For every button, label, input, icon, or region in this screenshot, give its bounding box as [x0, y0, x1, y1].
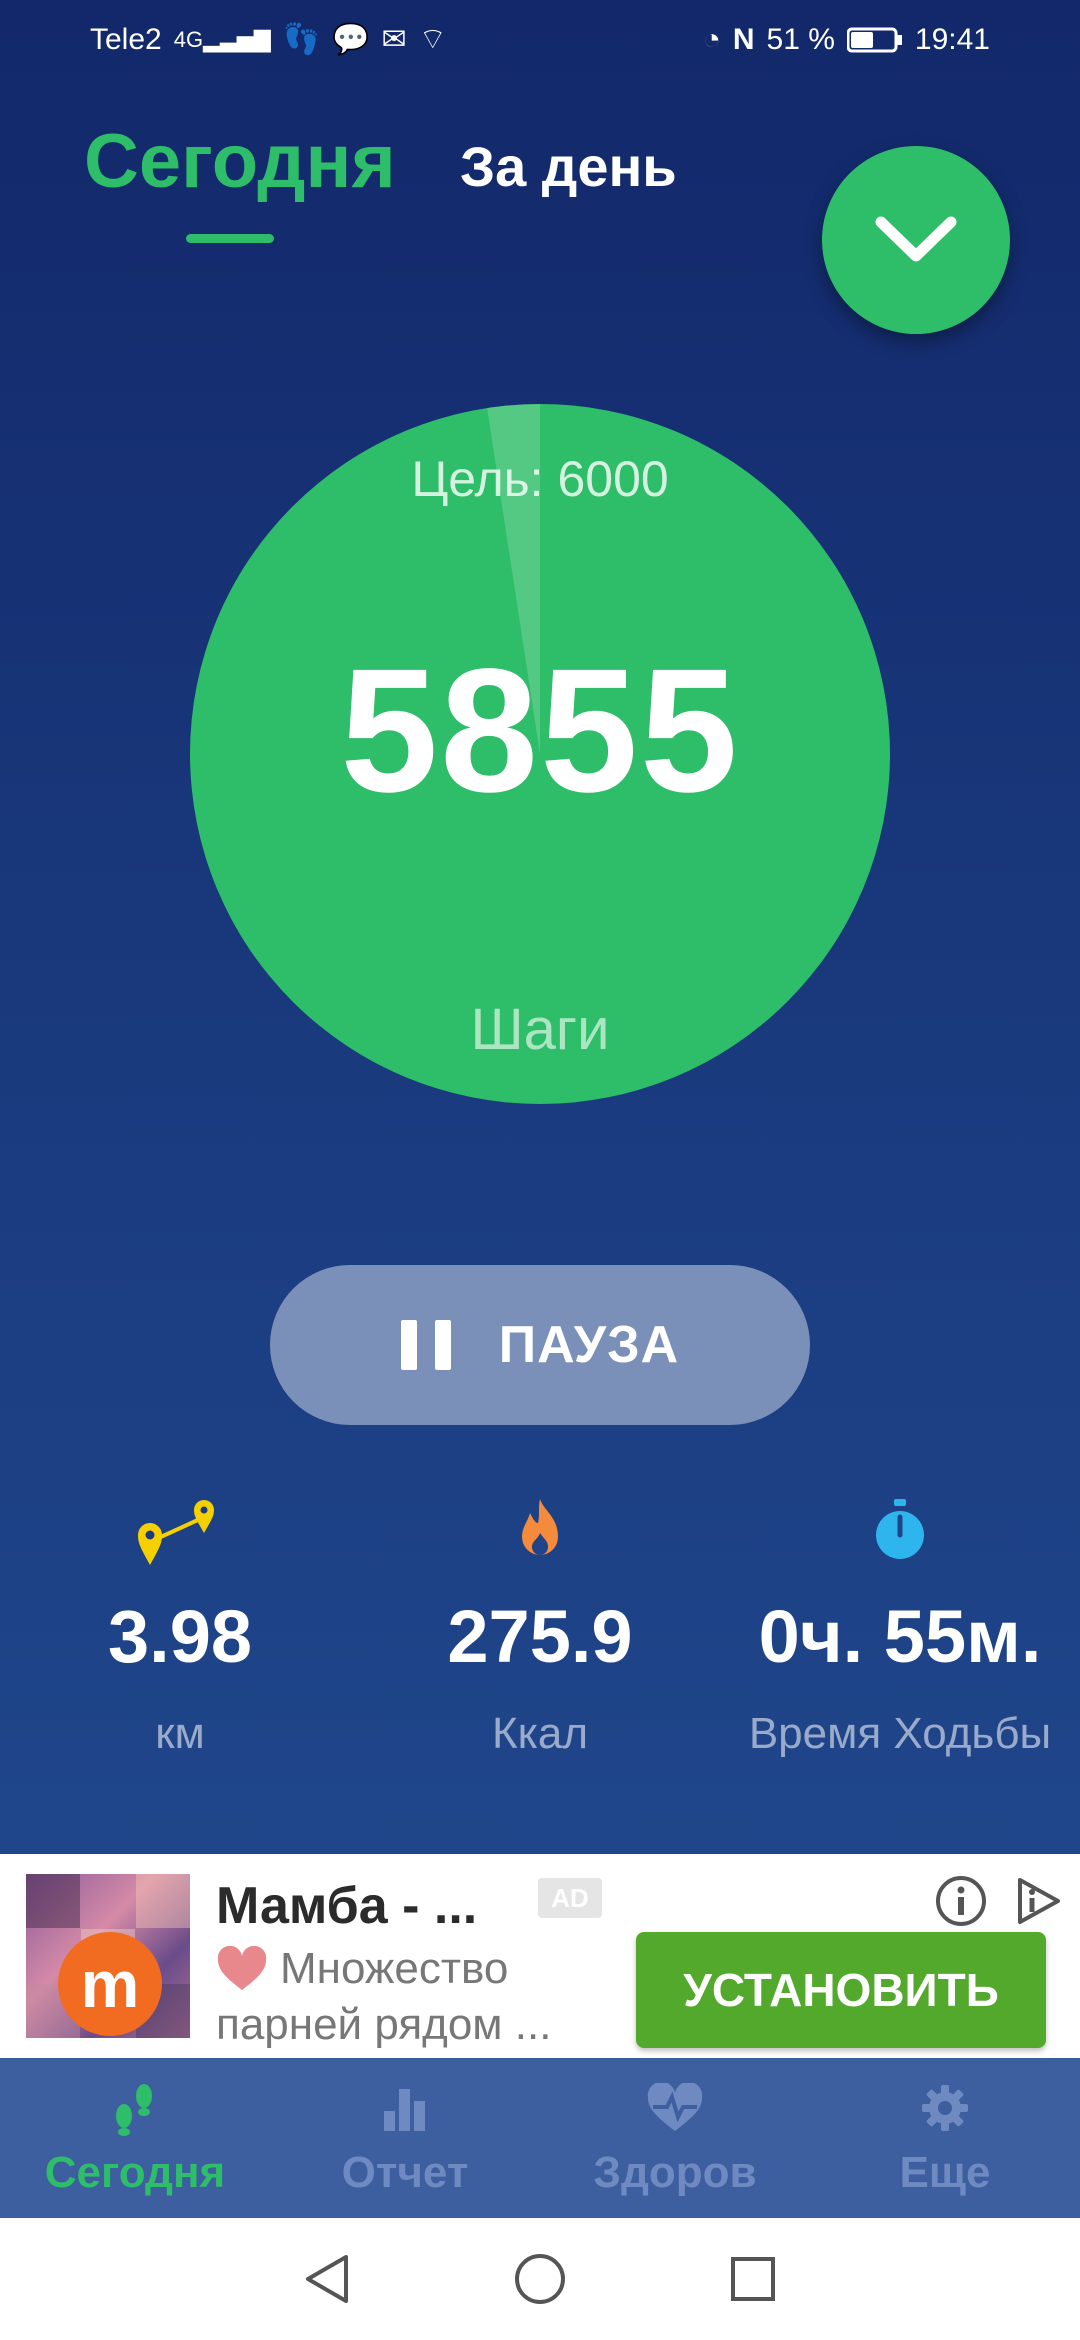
- walking-time-label: Время Ходьбы: [748, 1709, 1052, 1758]
- tab-today[interactable]: Сегодня: [84, 118, 396, 205]
- carrier-name: Tele2: [90, 23, 162, 56]
- nav-label-health: Здоров: [593, 2148, 757, 2197]
- bottom-navigation: Сегодня Отчет Здоров Еще: [0, 2058, 1080, 2218]
- recents-icon[interactable]: [728, 2254, 778, 2304]
- expand-button[interactable]: [822, 146, 1010, 334]
- flame-icon: [360, 1490, 720, 1570]
- adchoices-icon[interactable]: [1012, 1874, 1066, 1928]
- tab-active-indicator: [186, 234, 274, 243]
- nav-label-more: Еще: [899, 2148, 991, 2197]
- nav-item-more[interactable]: Еще: [810, 2058, 1080, 2218]
- back-icon[interactable]: [302, 2251, 352, 2307]
- ok-mail-icon: ✉: [381, 23, 407, 56]
- calories-label: Ккал: [492, 1709, 588, 1758]
- message-icon: 💬: [332, 23, 370, 56]
- ad-description-text-1: Множество: [280, 1944, 509, 1993]
- heart-pulse-icon: [645, 2076, 705, 2140]
- footsteps-status-icon: 👣: [282, 23, 321, 56]
- pause-label: ПАУЗА: [498, 1316, 680, 1374]
- network-type: 4G: [173, 27, 204, 52]
- calories-value: 275.9: [447, 1595, 633, 1678]
- footsteps-icon: [110, 2076, 160, 2140]
- ad-banner[interactable]: m Мамба - ... AD Множество парней рядом …: [0, 1854, 1080, 2058]
- goal-text: Цель: 6000: [411, 451, 669, 507]
- battery-icon: [846, 27, 902, 53]
- steps-count: 5855: [340, 633, 740, 829]
- bar-chart-icon: [380, 2076, 430, 2140]
- pause-button[interactable]: ПАУЗА: [270, 1265, 810, 1425]
- stat-walking-time: 0ч. 55м. Время Ходьбы: [720, 1490, 1080, 1759]
- battery-percent: 51 %: [766, 23, 835, 56]
- tab-per-day[interactable]: За день: [460, 134, 677, 199]
- ad-title[interactable]: Мамба - ...: [216, 1876, 477, 1936]
- nav-label-today: Сегодня: [44, 2148, 226, 2197]
- clock: 19:41: [914, 23, 990, 56]
- steps-label: Шаги: [470, 997, 610, 1062]
- nav-item-report[interactable]: Отчет: [270, 2058, 540, 2218]
- distance-label: км: [155, 1709, 205, 1758]
- ad-badge: AD: [538, 1878, 602, 1918]
- nfc-icon: N: [732, 23, 755, 56]
- nav-item-today[interactable]: Сегодня: [0, 2058, 270, 2218]
- pause-icon: [400, 1320, 451, 1370]
- status-left: Tele2 4G▂▃▅▇ 👣 💬 ✉ ⌔: [90, 23, 447, 57]
- stopwatch-icon: [720, 1490, 1080, 1570]
- system-navigation-bar: [0, 2218, 1080, 2340]
- install-button[interactable]: УСТАНОВИТЬ: [636, 1932, 1046, 2048]
- nav-label-report: Отчет: [341, 2148, 469, 2197]
- cast-icon: ⌔: [418, 23, 447, 56]
- home-icon[interactable]: [512, 2251, 568, 2307]
- chevron-down-icon: [875, 216, 957, 262]
- ad-description-line-1: Множество: [216, 1944, 508, 1994]
- info-icon[interactable]: [934, 1874, 988, 1928]
- stat-distance: 3.98 км: [0, 1490, 360, 1759]
- gear-icon: [920, 2076, 970, 2140]
- distance-value: 3.98: [107, 1595, 253, 1678]
- signal-icon: 4G▂▃▅▇: [173, 27, 271, 52]
- data-saver-icon: ◔: [702, 23, 721, 56]
- heart-icon: [217, 1946, 267, 1990]
- ad-app-logo: m: [58, 1932, 162, 2036]
- status-right: ◔ N 51 % 19:41: [703, 23, 990, 57]
- nav-item-health[interactable]: Здоров: [540, 2058, 810, 2218]
- walking-time-value: 0ч. 55м.: [758, 1595, 1042, 1678]
- ad-description-line-2: парней рядом ...: [216, 2000, 552, 2049]
- route-icon: [0, 1490, 360, 1570]
- stat-calories: 275.9 Ккал: [360, 1490, 720, 1759]
- status-bar: Tele2 4G▂▃▅▇ 👣 💬 ✉ ⌔ ◔ N 51 % 19:41: [0, 0, 1080, 80]
